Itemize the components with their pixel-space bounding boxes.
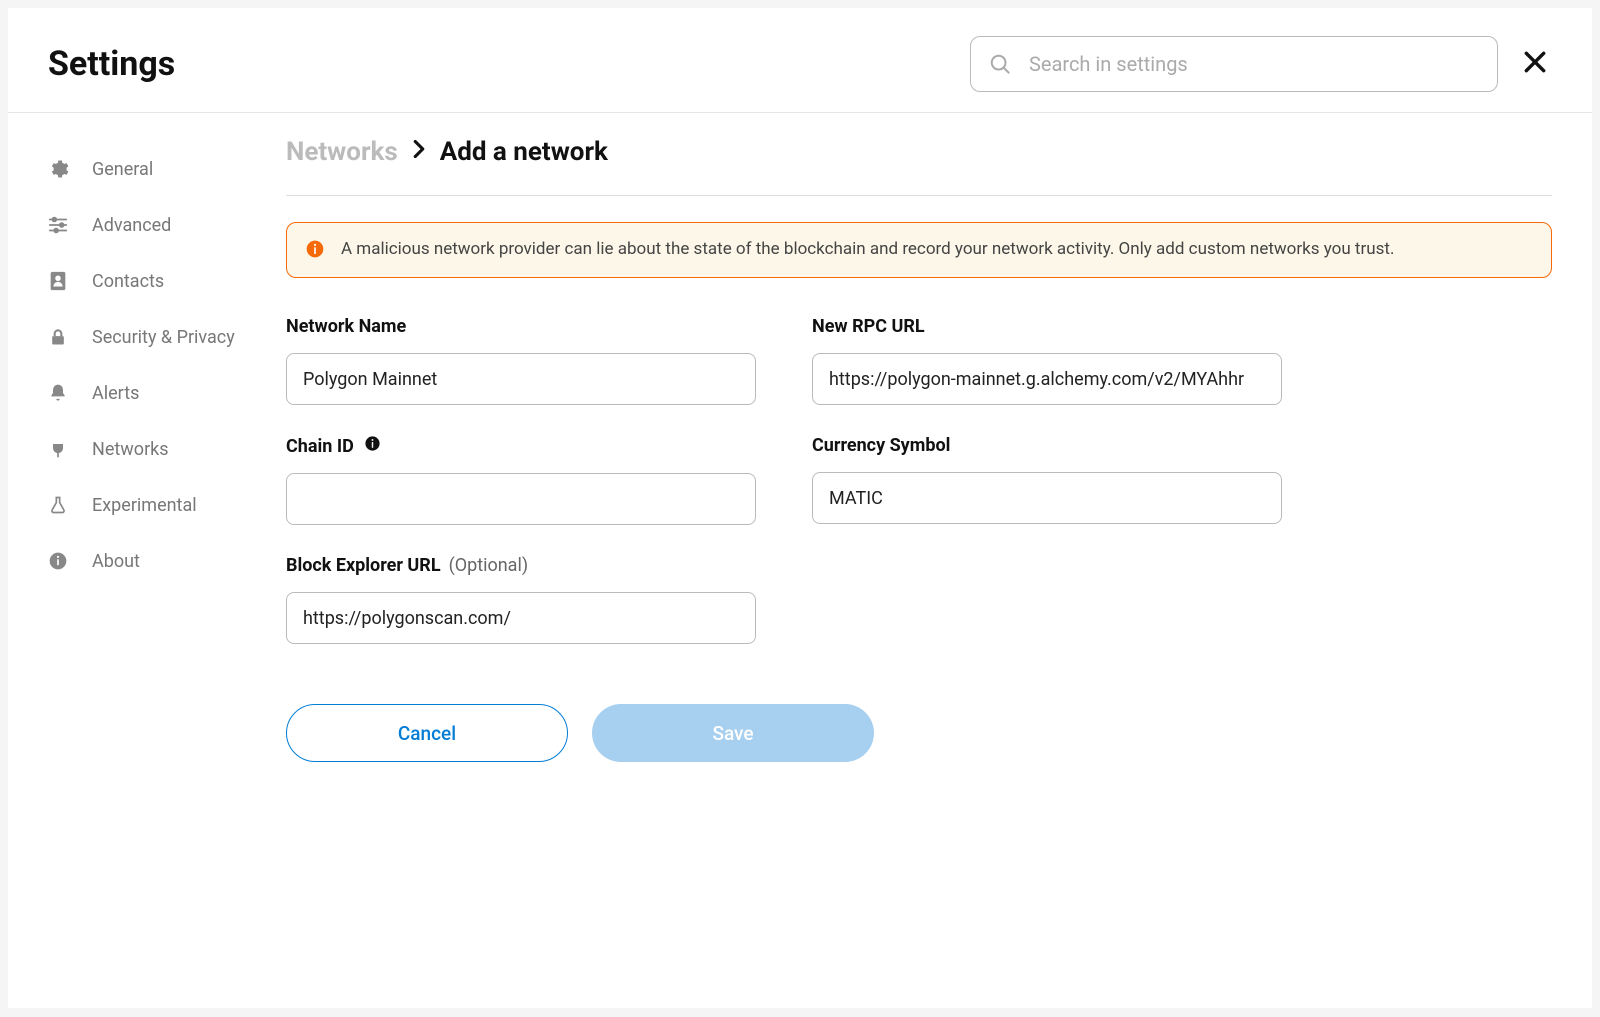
block-explorer-input[interactable] (286, 592, 756, 644)
sidebar-item-advanced[interactable]: Advanced (46, 197, 278, 253)
sidebar-item-label: Experimental (92, 495, 197, 516)
info-icon (46, 549, 70, 573)
sliders-icon (46, 213, 70, 237)
sidebar-item-label: About (92, 551, 140, 572)
currency-symbol-input[interactable] (812, 472, 1282, 524)
close-icon (1522, 49, 1548, 75)
sidebar-item-label: Alerts (92, 383, 139, 404)
sidebar-item-label: Networks (92, 439, 169, 460)
search-icon (989, 53, 1011, 75)
breadcrumb-parent[interactable]: Networks (286, 137, 398, 167)
rpc-url-label: New RPC URL (812, 316, 1282, 337)
save-button[interactable]: Save (592, 704, 874, 762)
sidebar-item-networks[interactable]: Networks (46, 421, 278, 477)
warning-banner: A malicious network provider can lie abo… (286, 222, 1552, 278)
info-tooltip-icon[interactable] (364, 435, 381, 457)
sidebar-item-about[interactable]: About (46, 533, 278, 589)
lock-icon (46, 325, 70, 349)
plug-icon (46, 437, 70, 461)
search-input[interactable] (1029, 52, 1479, 76)
chain-id-label: Chain ID (286, 436, 354, 457)
chain-id-input[interactable] (286, 473, 756, 525)
sidebar-item-general[interactable]: General (46, 141, 278, 197)
sidebar-item-security[interactable]: Security & Privacy (46, 309, 278, 365)
sidebar-item-label: Contacts (92, 271, 164, 292)
rpc-url-input[interactable] (812, 353, 1282, 405)
cancel-button[interactable]: Cancel (286, 704, 568, 762)
search-box[interactable] (970, 36, 1498, 92)
network-name-input[interactable] (286, 353, 756, 405)
warning-icon (305, 239, 325, 263)
sidebar-item-experimental[interactable]: Experimental (46, 477, 278, 533)
page-title: Settings (48, 44, 175, 84)
sidebar: General Advanced Contacts Security & Pri… (8, 113, 278, 762)
flask-icon (46, 493, 70, 517)
sidebar-item-label: Advanced (92, 215, 171, 236)
sidebar-item-label: General (92, 159, 153, 180)
person-icon (46, 269, 70, 293)
close-button[interactable] (1518, 45, 1552, 83)
warning-text: A malicious network provider can lie abo… (341, 237, 1394, 262)
sidebar-item-alerts[interactable]: Alerts (46, 365, 278, 421)
breadcrumb: Networks Add a network (286, 137, 1552, 196)
gear-icon (46, 157, 70, 181)
block-explorer-label: Block Explorer URL (286, 555, 441, 576)
currency-symbol-label: Currency Symbol (812, 435, 1282, 456)
chevron-right-icon (412, 139, 426, 165)
breadcrumb-current: Add a network (440, 137, 608, 167)
sidebar-item-label: Security & Privacy (92, 327, 235, 348)
bell-icon (46, 381, 70, 405)
network-name-label: Network Name (286, 316, 756, 337)
sidebar-item-contacts[interactable]: Contacts (46, 253, 278, 309)
optional-label: (Optional) (449, 555, 529, 576)
